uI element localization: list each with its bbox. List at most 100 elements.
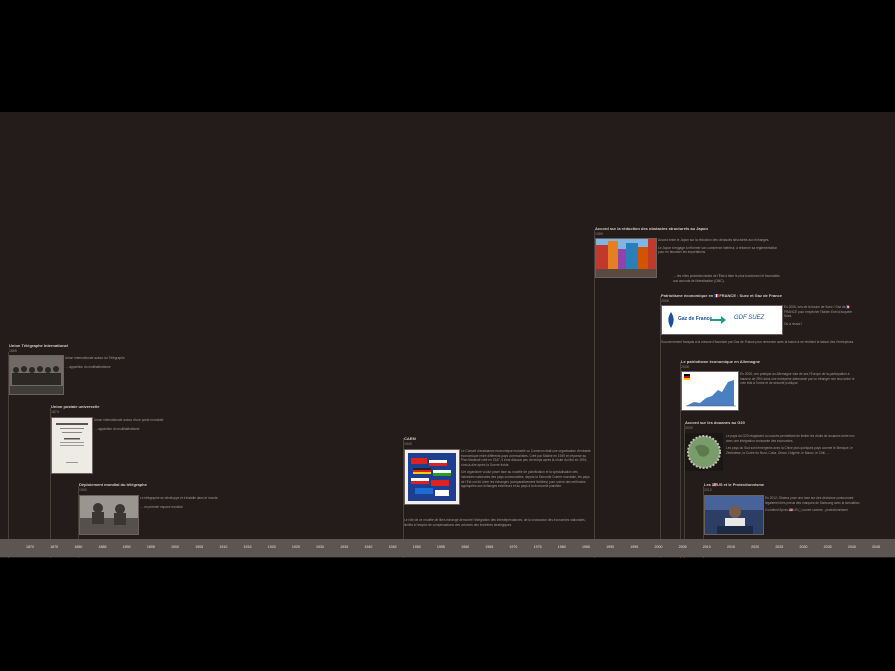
- year-tick-label: 1935: [340, 545, 349, 549]
- event-text: Il contient 5pneu 🇺🇸US ( ) ouvert comme …: [765, 508, 848, 513]
- event-text: Le pays du G20 réagissent au succès perm…: [726, 434, 855, 443]
- event-document-image[interactable]: [51, 417, 93, 474]
- event-title: Accord sur les douanes au G20: [685, 420, 745, 425]
- gaz-de-france-logo: Gaz de France: [678, 316, 713, 322]
- us-press-photo[interactable]: [704, 495, 764, 535]
- event-text: → un premier espace mondial: [140, 504, 183, 509]
- timeline-event[interactable]: Patriotisme économique en 🇫🇷FRANCE : Sue…: [661, 293, 841, 303]
- year-tick-label: 1955: [436, 545, 445, 549]
- event-text: Le Conseil d'assistance économique mutue…: [461, 449, 591, 467]
- year-tick-label: 1915: [243, 545, 252, 549]
- timeline-event[interactable]: Accord sur la réduction des obstacles st…: [595, 226, 775, 236]
- event-text: → apparition du multilatéralisme: [94, 426, 140, 431]
- year-tick-label: 1870: [26, 545, 34, 549]
- year-tick-label: 1995: [630, 545, 639, 549]
- event-text: Le rôle de ce modèle de libre-échange dé…: [404, 518, 586, 527]
- gdf-suez-logo: GDF SUEZ: [734, 315, 765, 321]
- comecon-stamp-image[interactable]: [404, 449, 460, 505]
- event-text-block: Le pays du G20 réagissent au succès perm…: [726, 434, 861, 455]
- event-text: → apparition du multilatéralisme: [65, 364, 111, 369]
- year-tick-label: 2005: [678, 545, 687, 549]
- year-tick-label: 2040: [847, 545, 856, 549]
- event-title: Union postale universelle: [51, 404, 100, 409]
- event-photo[interactable]: [79, 495, 139, 535]
- event-text: Où a réussi !: [784, 321, 803, 326]
- timeline-event[interactable]: CAEM 1949: [404, 436, 464, 446]
- event-title: Union Télégraphe International: [9, 343, 68, 348]
- event-title: Déploiement mondial du télégraphe: [79, 482, 147, 487]
- globe-flags-icon: [687, 435, 721, 469]
- event-date: 1900: [79, 488, 87, 492]
- timeline-event[interactable]: Union postale universelle 1874: [51, 404, 191, 414]
- event-text: Gouvernement français a la mesure d'favo…: [661, 340, 855, 344]
- year-tick-label: 1960: [461, 545, 470, 549]
- city-street-icon: [596, 239, 656, 277]
- timeline-event[interactable]: Accord sur les douanes au G20 2009: [685, 420, 835, 430]
- year-tick-label: 2030: [799, 545, 808, 549]
- event-text-block: En 2008, une pratique au Allemagne vise …: [740, 372, 860, 386]
- germany-chart-image[interactable]: [681, 371, 739, 411]
- gaz-suez-logos-image[interactable]: Gaz de France GDF SUEZ: [661, 305, 783, 335]
- event-title: Patriotisme économique en 🇫🇷FRANCE : Sue…: [661, 293, 783, 298]
- connector-line: [660, 296, 661, 558]
- year-tick-label: 2015: [726, 545, 735, 549]
- year-tick-label: 2025: [775, 545, 784, 549]
- event-date: 1874: [51, 410, 59, 414]
- year-tick-label: 1890: [122, 545, 131, 549]
- year-tick-label: 1975: [533, 545, 542, 549]
- event-title: Les 🇺🇸US et le Protectionnisme: [704, 482, 765, 487]
- event-text-block: Gouvernement français a la mesure d'favo…: [661, 340, 856, 345]
- year-tick-label: 1945: [388, 545, 397, 549]
- year-tick-label: 1885: [98, 545, 107, 549]
- event-date: 2006: [661, 299, 669, 303]
- year-tick-label: 1950: [412, 545, 421, 549]
- timeline-event[interactable]: Le patriotisme économique en Allemagne 2…: [681, 359, 861, 369]
- timeline-event[interactable]: Union Télégraphe International 1865: [9, 343, 149, 353]
- year-tick-label: 1940: [364, 545, 373, 549]
- year-tick-label: 2045: [872, 545, 880, 549]
- year-tick-label: 1985: [581, 545, 590, 549]
- event-text-block: Le Conseil d'assistance économique mutue…: [461, 449, 591, 489]
- event-date: 1865: [9, 349, 17, 353]
- line-chart-icon: [684, 374, 736, 407]
- year-tick-label: 1990: [606, 545, 615, 549]
- event-text-block: Le télégraphe se développe et s'installe…: [140, 496, 240, 509]
- timeline-event[interactable]: Les 🇺🇸US et le Protectionnisme 2012: [704, 482, 854, 492]
- timeline-event[interactable]: Déploiement mondial du télégraphe 1900: [79, 482, 219, 492]
- speaker-photo-icon: [705, 496, 763, 534]
- year-tick-label: 1980: [557, 545, 566, 549]
- telegraph-operators-icon: [80, 496, 138, 534]
- event-text-block: Accord entre le Japon sur la réduction d…: [658, 238, 778, 255]
- flags-stamp-icon: [408, 453, 456, 501]
- event-date: 1949: [404, 442, 412, 446]
- event-text: En 2008, une pratique au Allemagne vise …: [740, 372, 855, 386]
- year-tick-label: 1920: [267, 545, 276, 549]
- year-tick-label: 1970: [509, 545, 518, 549]
- year-tick-label: 1880: [74, 545, 83, 549]
- event-text-block: En 2006, lors de la fusion de Suez / Gaz…: [784, 305, 856, 326]
- event-text-block: Union internationale autour d'une poste …: [94, 418, 184, 431]
- timeline-canvas[interactable]: Union Télégraphe International 1865 Unio…: [0, 112, 895, 558]
- event-text: Les pays du Sud sont émergents avec la C…: [726, 446, 853, 455]
- year-tick-label: 1905: [195, 545, 204, 549]
- event-text-block: Union internationale autour du Télégraph…: [65, 356, 155, 369]
- year-tick-label: 1965: [485, 545, 494, 549]
- event-text-block: Le rôle de ce modèle de libre-échange dé…: [404, 518, 590, 527]
- gaz-flame-icon: [668, 312, 674, 328]
- event-text: Le Japon s'engage à réformer son commerc…: [658, 245, 778, 255]
- event-date: 2009: [685, 426, 693, 430]
- event-text: Cet organisme voulut poser face au modèl…: [461, 470, 590, 489]
- year-tick-label: 2020: [751, 545, 760, 549]
- japan-city-photo[interactable]: [595, 238, 657, 278]
- year-tick-label: 1895: [146, 545, 155, 549]
- event-text: → les rôles protectionnistes de l'État à…: [673, 274, 780, 283]
- g20-globe-image[interactable]: [685, 433, 723, 471]
- event-title: Accord sur la réduction des obstacles st…: [595, 226, 708, 231]
- event-photo[interactable]: [9, 355, 64, 395]
- event-text: En 2012, Obama pose une taxe sur des déc…: [765, 496, 861, 505]
- timeline-year-axis[interactable]: 1870 1875 1880 1885 1890 1895 1900 1905 1910 1915…: [0, 539, 895, 557]
- year-tick-label: 2010: [702, 545, 711, 549]
- event-text: Union internationale autour d'une poste …: [94, 418, 164, 422]
- event-title: Le patriotisme économique en Allemagne: [681, 359, 760, 364]
- event-date: 2012: [704, 488, 712, 492]
